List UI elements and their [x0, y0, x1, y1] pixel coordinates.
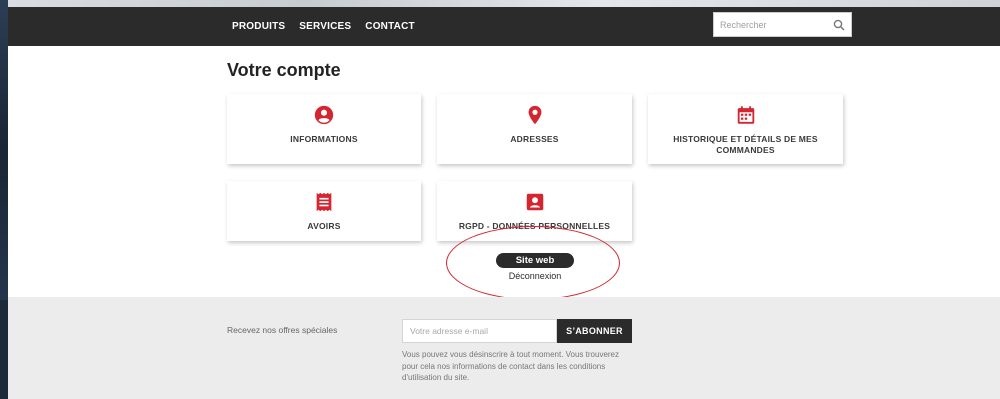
main-menu: PRODUITS SERVICES CONTACT: [232, 7, 415, 46]
search-box: [713, 12, 852, 37]
nav-link-contact[interactable]: CONTACT: [365, 21, 415, 32]
contact-card-icon: [526, 193, 543, 211]
card-label: AVOIRS: [307, 221, 341, 231]
account-card-avoirs[interactable]: AVOIRS: [227, 181, 421, 241]
page-title: Votre compte: [227, 60, 341, 80]
top-navbar: PRODUITS SERVICES CONTACT: [8, 7, 1000, 46]
card-label: HISTORIQUE ET DÉTAILS DE MES COMMANDES: [673, 134, 818, 155]
subscribe-button[interactable]: S’ABONNER: [557, 319, 632, 343]
map-pin-icon: [528, 105, 541, 125]
calendar-icon: [737, 106, 754, 124]
search-input[interactable]: [714, 19, 824, 30]
header-banner: [8, 0, 1000, 7]
user-circle-icon: [314, 105, 334, 125]
logout-link[interactable]: Déconnexion: [494, 271, 576, 281]
receipt-icon: [316, 192, 332, 212]
desktop-background: [0, 0, 8, 399]
nav-link-services[interactable]: SERVICES: [299, 21, 351, 32]
newsletter-disclaimer: Vous pouvez vous désinscrire à tout mome…: [402, 350, 620, 382]
account-card-historique[interactable]: HISTORIQUE ET DÉTAILS DE MES COMMANDES: [648, 94, 843, 164]
account-card-informations[interactable]: INFORMATIONS: [227, 94, 421, 164]
card-label: INFORMATIONS: [290, 134, 358, 144]
card-label: ADRESSES: [510, 134, 559, 144]
newsletter-email-input[interactable]: [402, 319, 557, 343]
search-icon[interactable]: [833, 19, 845, 31]
site-web-button[interactable]: Site web: [496, 253, 574, 268]
newsletter-label: Recevez nos offres spéciales: [227, 325, 338, 335]
nav-link-produits[interactable]: PRODUITS: [232, 21, 285, 32]
footer: Recevez nos offres spéciales S’ABONNER V…: [8, 297, 1000, 399]
account-card-adresses[interactable]: ADRESSES: [437, 94, 632, 164]
